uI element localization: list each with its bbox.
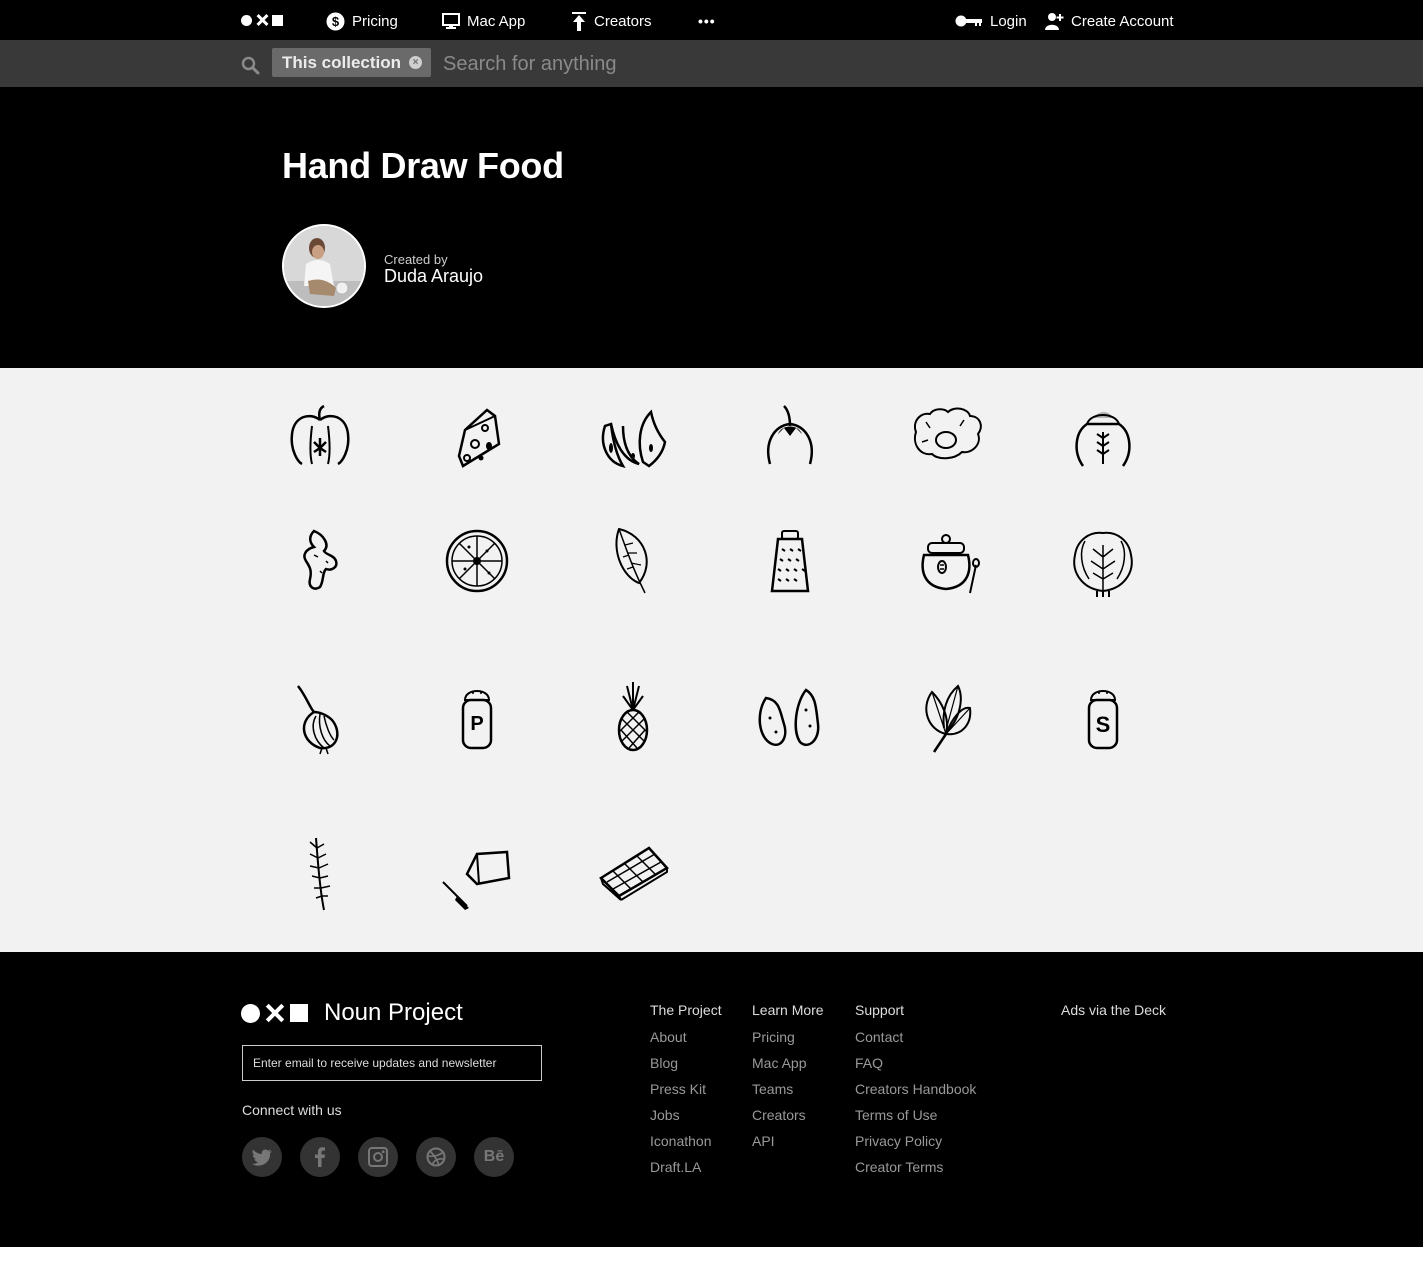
dollar-icon: $ bbox=[326, 12, 345, 30]
icon-cheese[interactable] bbox=[437, 402, 517, 482]
more-menu-icon[interactable]: ••• bbox=[698, 10, 716, 32]
footer-link-creators-handbook[interactable]: Creators Handbook bbox=[855, 1081, 976, 1097]
icon-potatoes[interactable] bbox=[750, 678, 830, 758]
footer-link-teams[interactable]: Teams bbox=[752, 1081, 824, 1097]
footer-link-iconathon[interactable]: Iconathon bbox=[650, 1133, 722, 1149]
logo-circle-icon bbox=[241, 1003, 260, 1023]
icon-eggplant[interactable] bbox=[750, 402, 830, 482]
icon-grid: P S bbox=[0, 368, 1423, 952]
behance-label: Bē bbox=[483, 1148, 505, 1165]
logo-square-icon bbox=[290, 1004, 308, 1022]
icon-apple[interactable] bbox=[280, 402, 360, 482]
icon-cabbage[interactable] bbox=[1063, 521, 1143, 601]
newsletter-email-field[interactable] bbox=[242, 1045, 542, 1081]
footer-heading-support: Support bbox=[855, 1002, 905, 1018]
footer-link-mac-app[interactable]: Mac App bbox=[752, 1055, 824, 1071]
nav-mac-app-label: Mac App bbox=[467, 12, 526, 30]
icon-onion[interactable] bbox=[280, 678, 360, 758]
footer-heading-project: The Project bbox=[650, 1002, 722, 1018]
footer-link-privacy-policy[interactable]: Privacy Policy bbox=[855, 1133, 976, 1149]
nav-mac-app[interactable]: Mac App bbox=[442, 10, 525, 32]
icon-butter[interactable] bbox=[437, 834, 517, 914]
behance-icon[interactable]: Bē bbox=[474, 1137, 514, 1177]
footer-link-faq[interactable]: FAQ bbox=[855, 1055, 976, 1071]
upload-icon bbox=[572, 11, 586, 31]
logo-circle-icon bbox=[241, 14, 252, 26]
nav-create-account[interactable]: Create Account bbox=[1045, 10, 1174, 32]
dribbble-icon[interactable] bbox=[416, 1137, 456, 1177]
icon-fried-egg[interactable] bbox=[906, 402, 986, 482]
footer-column-support: Support Contact FAQ Creators Handbook Te… bbox=[855, 1002, 976, 1185]
icon-chocolate-bar[interactable] bbox=[593, 834, 673, 914]
icon-pepper-shaker[interactable] bbox=[437, 678, 517, 758]
author-name-link[interactable]: Duda Araujo bbox=[384, 266, 483, 287]
footer-link-creator-terms[interactable]: Creator Terms bbox=[855, 1159, 976, 1175]
ads-via-deck-link[interactable]: Ads via the Deck bbox=[1061, 1002, 1166, 1018]
footer-link-jobs[interactable]: Jobs bbox=[650, 1107, 722, 1123]
logo-cross-icon bbox=[256, 14, 268, 26]
logo-cross-icon bbox=[266, 1004, 284, 1022]
icon-citrus-slice[interactable] bbox=[437, 521, 517, 601]
key-icon bbox=[955, 15, 982, 27]
search-input[interactable] bbox=[443, 51, 1043, 77]
icon-spinach[interactable] bbox=[906, 678, 986, 758]
nav-creators[interactable]: Creators bbox=[571, 10, 652, 32]
facebook-icon[interactable] bbox=[300, 1137, 340, 1177]
collection-filter-chip[interactable]: This collection × bbox=[272, 48, 432, 77]
nav-creators-label: Creators bbox=[594, 12, 652, 30]
svg-text:$: $ bbox=[332, 14, 340, 29]
icon-leaf[interactable] bbox=[593, 521, 673, 601]
monitor-icon bbox=[442, 13, 460, 29]
footer-link-draft-la[interactable]: Draft.LA bbox=[650, 1159, 722, 1175]
instagram-icon[interactable] bbox=[358, 1137, 398, 1177]
footer-link-terms-of-use[interactable]: Terms of Use bbox=[855, 1107, 976, 1123]
search-icon[interactable] bbox=[241, 56, 260, 75]
author-avatar[interactable] bbox=[282, 224, 366, 308]
icon-flour-sack[interactable] bbox=[1063, 402, 1143, 482]
collection-title: Hand Draw Food bbox=[282, 145, 564, 186]
icon-pineapple[interactable] bbox=[593, 678, 673, 758]
footer: Noun Project Connect with us Bē The Proj… bbox=[0, 952, 1423, 1247]
icon-ginger[interactable] bbox=[280, 521, 360, 601]
collection-filter-label: This collection bbox=[282, 52, 402, 72]
footer-link-contact[interactable]: Contact bbox=[855, 1029, 976, 1045]
footer-link-press-kit[interactable]: Press Kit bbox=[650, 1081, 722, 1097]
footer-brand-name: Noun Project bbox=[324, 999, 463, 1026]
add-user-icon bbox=[1045, 13, 1064, 30]
nav-pricing-label: Pricing bbox=[352, 12, 398, 30]
footer-link-creators[interactable]: Creators bbox=[752, 1107, 824, 1123]
noun-project-logo[interactable] bbox=[241, 14, 283, 26]
icon-grater[interactable] bbox=[750, 521, 830, 601]
footer-link-about[interactable]: About bbox=[650, 1029, 722, 1045]
avatar-photo bbox=[284, 226, 364, 306]
footer-column-project: The Project About Blog Press Kit Jobs Ic… bbox=[650, 1002, 722, 1185]
footer-link-api[interactable]: API bbox=[752, 1133, 824, 1149]
connect-heading: Connect with us bbox=[242, 1102, 342, 1118]
search-bar: This collection × bbox=[0, 40, 1423, 87]
icon-rosemary[interactable] bbox=[280, 834, 360, 914]
nav-create-account-label: Create Account bbox=[1071, 12, 1174, 30]
clear-filter-icon[interactable]: × bbox=[409, 56, 423, 69]
top-navigation: $ Pricing Mac App Creators ••• Login Cre… bbox=[0, 0, 1423, 40]
twitter-icon[interactable] bbox=[242, 1137, 282, 1177]
collection-header: Hand Draw Food Created by Duda Araujo bbox=[0, 87, 1423, 368]
footer-column-learn-more: Learn More Pricing Mac App Teams Creator… bbox=[752, 1002, 824, 1159]
logo-square-icon bbox=[272, 14, 283, 26]
nav-login-label: Login bbox=[990, 12, 1027, 30]
icon-bananas[interactable] bbox=[593, 402, 673, 482]
more-menu-label: ••• bbox=[698, 13, 716, 29]
footer-link-pricing[interactable]: Pricing bbox=[752, 1029, 824, 1045]
footer-link-blog[interactable]: Blog bbox=[650, 1055, 722, 1071]
nav-login[interactable]: Login bbox=[955, 10, 1027, 32]
nav-pricing[interactable]: $ Pricing bbox=[326, 10, 398, 32]
icon-salt-shaker[interactable] bbox=[1063, 678, 1143, 758]
footer-heading-learn-more: Learn More bbox=[752, 1002, 824, 1018]
created-by-label: Created by bbox=[384, 252, 448, 267]
icon-honey-pot[interactable] bbox=[906, 521, 986, 601]
footer-logo[interactable]: Noun Project bbox=[241, 999, 463, 1027]
